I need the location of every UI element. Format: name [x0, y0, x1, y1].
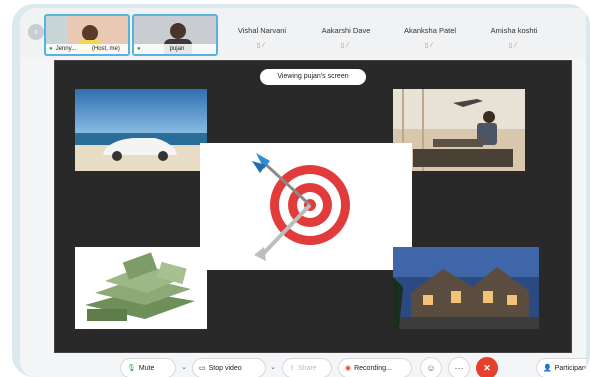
more-options-icon[interactable]: ⋯ — [448, 357, 470, 377]
viewing-banner: Viewing pujan's screen — [260, 69, 366, 85]
participant-status-icons: ▯⁄ — [256, 43, 268, 49]
airport-traveler-graphic — [393, 89, 525, 171]
participant-name-tile[interactable]: Vishal Narvani ▯⁄ — [222, 14, 302, 56]
participants-button[interactable]: 👤 Participan — [536, 358, 586, 377]
share-label: Share — [297, 365, 317, 372]
participant-name: pujan — [169, 46, 185, 52]
reactions-icon[interactable]: ☺ — [420, 357, 442, 377]
microphone-icon: 🎙 — [127, 365, 136, 372]
participant-name: Aakarshi Dave — [321, 26, 371, 35]
participant-status-icons: ▯⁄ — [340, 43, 352, 49]
recording-label: Recording... — [354, 365, 392, 372]
target-slide — [200, 143, 412, 270]
video-options-chevron-icon[interactable]: ⌄ — [267, 358, 279, 377]
participant-name: Jenny... — [55, 46, 77, 52]
recording-button[interactable]: ◉ Recording... — [338, 358, 412, 377]
stop-video-label: Stop video — [208, 365, 242, 372]
participant-strip: ‹ ● Jenny... (Host, me) ● pujan Vishal N… — [20, 8, 586, 58]
mute-label: Mute — [138, 365, 155, 372]
participant-name-tile[interactable]: Amisha koshti ▯⁄ — [474, 14, 554, 56]
record-icon: ◉ — [345, 365, 352, 372]
audio-options-chevron-icon[interactable]: ⌄ — [178, 358, 190, 377]
end-call-icon[interactable]: ✕ — [476, 357, 498, 377]
money-stack-image — [75, 247, 207, 329]
money-stack-graphic — [75, 247, 207, 329]
mic-icon: ● — [49, 46, 53, 52]
mic-icon: ● — [137, 46, 141, 52]
shared-screen: Viewing pujan's screen — [54, 60, 572, 353]
target-graphic — [252, 153, 350, 261]
participant-name-tile[interactable]: Akanksha Patel ▯⁄ — [390, 14, 470, 56]
participant-name: Akanksha Patel — [403, 26, 457, 35]
video-camera-icon: ▭ — [199, 365, 206, 372]
participant-caption: ● pujan — [134, 44, 216, 54]
participant-name: Vishal Narvani — [237, 26, 287, 35]
car-beach-graphic — [75, 89, 207, 171]
participants-label: Participan — [554, 365, 586, 372]
house-graphic — [393, 247, 539, 329]
stop-video-button[interactable]: ▭ Stop video — [192, 358, 266, 377]
airport-traveler-image — [393, 89, 525, 171]
meeting-toolbar: 🎙 Mute ⌄ ▭ Stop video ⌄ ⇪ Share ◉ Recording.… — [20, 353, 586, 377]
participant-status-icons: ▯⁄ — [508, 43, 520, 49]
mute-button[interactable]: 🎙 Mute — [120, 358, 176, 377]
share-screen-icon: ⇪ — [289, 365, 295, 372]
participant-video-tile[interactable]: ● Jenny... (Host, me) — [44, 14, 130, 56]
participant-status-icons: ▯⁄ — [424, 43, 436, 49]
share-button[interactable]: ⇪ Share — [282, 358, 332, 377]
participant-tag: (Host, me) — [91, 46, 120, 52]
participant-name: Amisha koshti — [490, 26, 538, 35]
device-frame: ‹ ● Jenny... (Host, me) ● pujan Vishal N… — [12, 4, 590, 377]
house-image — [393, 247, 539, 329]
meeting-window: ‹ ● Jenny... (Host, me) ● pujan Vishal N… — [20, 8, 586, 377]
participant-video-tile[interactable]: ● pujan — [132, 14, 218, 56]
car-beach-image — [75, 89, 207, 171]
strip-left-arrow-icon[interactable]: ‹ — [28, 24, 44, 40]
participant-name-tile[interactable]: Aakarshi Dave ▯⁄ — [306, 14, 386, 56]
participant-caption: ● Jenny... (Host, me) — [46, 44, 128, 54]
participants-icon: 👤 — [543, 365, 552, 372]
